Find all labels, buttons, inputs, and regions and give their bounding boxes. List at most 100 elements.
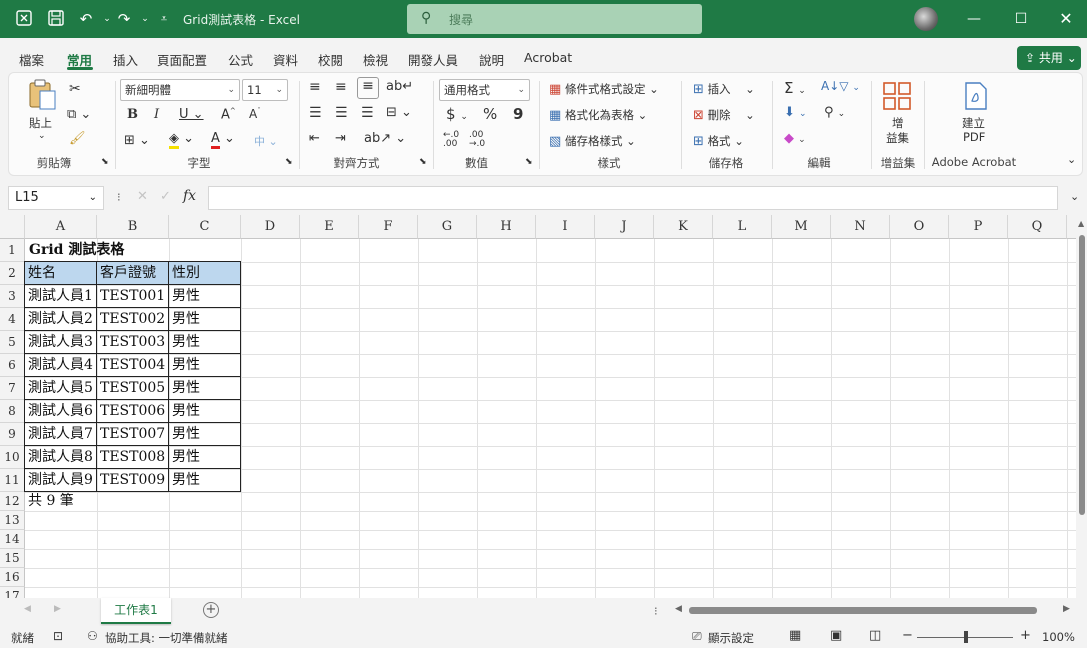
customize-qat-icon[interactable]: ⩡ <box>154 9 174 29</box>
add-ins-label-2[interactable]: 益集 <box>886 130 909 146</box>
column-header[interactable]: A <box>25 215 97 239</box>
row-header[interactable]: 17 <box>0 587 25 598</box>
paste-label[interactable]: 貼上 <box>29 115 52 131</box>
record-count-cell[interactable]: 共 9 筆 <box>25 491 145 511</box>
data-cell[interactable]: 測試人員1 <box>24 284 97 308</box>
name-box[interactable]: L15 ⌄ <box>8 186 104 210</box>
row-header[interactable]: 14 <box>0 530 25 549</box>
next-sheet-icon[interactable]: ▶ <box>54 604 61 614</box>
cut-icon[interactable]: ✂ <box>69 81 81 97</box>
data-cell[interactable]: 測試人員8 <box>24 445 97 469</box>
data-cell[interactable]: 男性 <box>168 284 241 308</box>
font-name-select[interactable]: 新細明體 ⌄ <box>120 79 240 101</box>
fill-icon[interactable]: ⬇ ⌄ <box>784 105 807 120</box>
accessibility-status[interactable]: 協助工具: 一切準備就緒 <box>105 630 228 646</box>
zoom-out-icon[interactable]: − <box>902 628 913 643</box>
tab-developer[interactable]: 開發人員 <box>408 50 458 69</box>
tab-formulas[interactable]: 公式 <box>228 50 253 69</box>
minimize-icon[interactable]: — <box>962 8 986 30</box>
display-settings-label[interactable]: 顯示設定 <box>708 630 754 646</box>
tab-acrobat[interactable]: Acrobat <box>524 50 572 65</box>
insert-cells-button[interactable]: ⊞ 插入 ⌄ <box>693 81 755 97</box>
bold-icon[interactable]: B <box>127 107 138 122</box>
data-cell[interactable]: TEST007 <box>96 422 169 446</box>
tab-view[interactable]: 檢視 <box>363 50 388 69</box>
column-header[interactable]: D <box>241 215 300 239</box>
row-header[interactable]: 12 <box>0 492 25 511</box>
delete-cells-button[interactable]: ⊠ 刪除 ⌄ <box>693 107 755 123</box>
merge-center-icon[interactable]: ⊟ ⌄ <box>386 105 412 120</box>
format-cells-button[interactable]: ⊞ 格式 ⌄ <box>693 133 744 149</box>
row-header[interactable]: 5 <box>0 331 25 354</box>
column-header[interactable]: I <box>536 215 595 239</box>
scroll-right-icon[interactable]: ▶ <box>1063 604 1070 614</box>
column-header[interactable]: H <box>477 215 536 239</box>
tab-review[interactable]: 校閱 <box>318 50 343 69</box>
data-cell[interactable]: 測試人員3 <box>24 330 97 354</box>
autosum-icon[interactable]: Σ ⌄ <box>784 79 806 97</box>
column-header[interactable]: E <box>300 215 359 239</box>
data-cell[interactable]: 男性 <box>168 330 241 354</box>
data-cell[interactable]: 男性 <box>168 307 241 331</box>
data-cell[interactable]: TEST002 <box>96 307 169 331</box>
row-header[interactable]: 8 <box>0 400 25 423</box>
undo-icon[interactable]: ↶ <box>76 9 96 29</box>
row-header[interactable]: 3 <box>0 285 25 308</box>
row-header[interactable]: 4 <box>0 308 25 331</box>
redo-icon[interactable]: ↷ <box>114 9 134 29</box>
data-cell[interactable]: 男性 <box>168 468 241 492</box>
row-header[interactable]: 1 <box>0 239 25 262</box>
data-cell[interactable]: TEST001 <box>96 284 169 308</box>
sheet-tab[interactable]: 工作表1 <box>101 598 171 624</box>
paste-icon[interactable] <box>27 79 57 111</box>
zoom-level[interactable]: 100% <box>1042 630 1075 644</box>
decrease-indent-icon[interactable]: ⇤ <box>309 131 320 146</box>
header-cell[interactable]: 性別 <box>168 261 241 285</box>
number-launcher-icon[interactable]: ⬊ <box>525 157 533 167</box>
macro-record-icon[interactable]: ⊡ <box>53 629 63 643</box>
insert-function-icon[interactable]: fx <box>183 188 196 204</box>
formula-input[interactable] <box>208 186 1058 210</box>
cell-styles-button[interactable]: ▧ 儲存格樣式 ⌄ <box>549 133 636 149</box>
data-cell[interactable]: TEST005 <box>96 376 169 400</box>
close-icon[interactable]: ✕ <box>1054 8 1078 30</box>
column-header[interactable]: L <box>713 215 772 239</box>
data-cell[interactable]: 測試人員5 <box>24 376 97 400</box>
align-top-icon[interactable]: ≡ <box>309 79 321 95</box>
zoom-slider-thumb[interactable] <box>964 631 968 643</box>
avatar[interactable] <box>914 7 938 31</box>
row-header[interactable]: 6 <box>0 354 25 377</box>
underline-icon[interactable]: U ⌄ <box>179 107 204 122</box>
tab-data[interactable]: 資料 <box>273 50 298 69</box>
redo-dropdown-icon[interactable]: ⌄ <box>135 9 155 29</box>
header-cell[interactable]: 客戶證號 <box>96 261 169 285</box>
increase-indent-icon[interactable]: ⇥ <box>335 131 346 146</box>
collapse-ribbon-icon[interactable]: ⌄ <box>1067 153 1076 166</box>
data-cell[interactable]: TEST003 <box>96 330 169 354</box>
comma-style-icon[interactable]: 9 <box>513 105 523 123</box>
tab-help[interactable]: 說明 <box>479 50 504 69</box>
data-cell[interactable]: TEST009 <box>96 468 169 492</box>
row-header[interactable]: 2 <box>0 262 25 285</box>
column-header[interactable]: Q <box>1008 215 1067 239</box>
create-pdf-label-1[interactable]: 建立 <box>962 115 985 131</box>
paste-dropdown-icon[interactable]: ⌄ <box>38 131 46 141</box>
data-cell[interactable]: 測試人員7 <box>24 422 97 446</box>
currency-icon[interactable]: $ ⌄ <box>446 105 468 123</box>
data-cell[interactable]: 男性 <box>168 376 241 400</box>
column-header[interactable]: O <box>890 215 949 239</box>
vertical-scroll-thumb[interactable] <box>1079 235 1085 515</box>
accessibility-icon[interactable]: ⚇ <box>87 629 98 643</box>
borders-icon[interactable]: ⊞ ⌄ <box>124 133 150 148</box>
horizontal-scroll-thumb[interactable] <box>689 607 1037 614</box>
column-header[interactable]: J <box>595 215 654 239</box>
data-cell[interactable]: 男性 <box>168 353 241 377</box>
row-header[interactable]: 7 <box>0 377 25 400</box>
horizontal-scrollbar[interactable]: ◀ ▶ <box>675 604 1075 616</box>
column-header[interactable]: B <box>97 215 169 239</box>
row-header[interactable]: 13 <box>0 511 25 530</box>
select-all-corner[interactable] <box>0 215 25 239</box>
share-button[interactable]: ⇪ 共用 ⌄ <box>1017 46 1081 70</box>
expand-formula-bar-icon[interactable]: ⌄ <box>1070 190 1079 203</box>
worksheet-grid[interactable]: A B C D E F G H I J K L M N O P Q 1 2 3 … <box>0 215 1076 598</box>
